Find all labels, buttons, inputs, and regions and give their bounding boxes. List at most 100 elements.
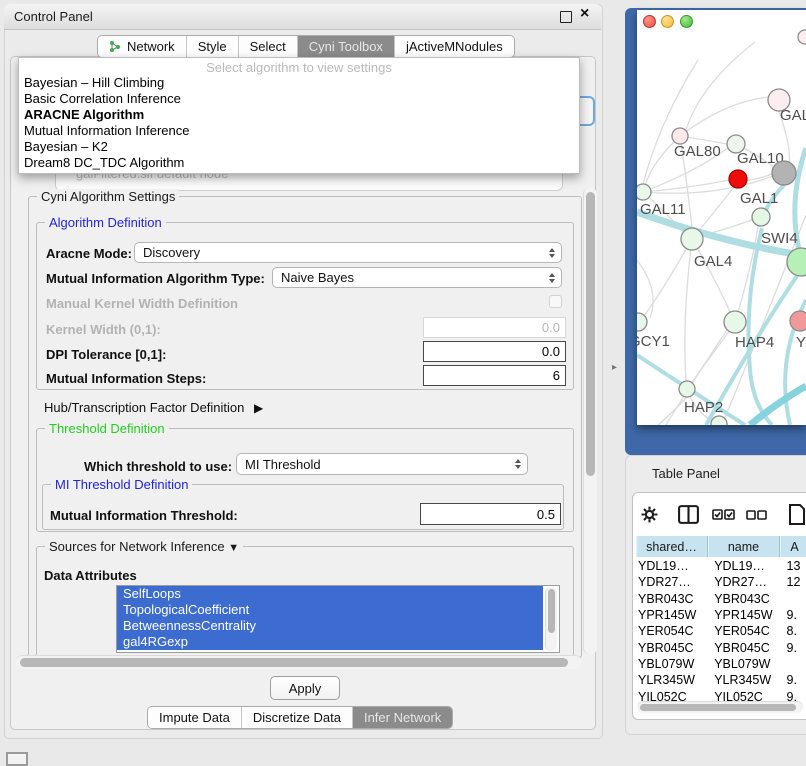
- aracne-mode-combo[interactable]: Discovery: [134, 242, 562, 263]
- table-panel-title: Table Panel: [652, 466, 720, 481]
- column-header-shared[interactable]: shared…: [636, 536, 708, 557]
- aracne-mode-label: Aracne Mode:: [46, 246, 132, 261]
- table-cell: YDR27…: [636, 575, 706, 589]
- network-node[interactable]: [772, 161, 796, 185]
- column-header-a[interactable]: A: [780, 536, 806, 557]
- table-row[interactable]: YER054CYER054C8.: [636, 623, 806, 639]
- table-row[interactable]: YDR27…YDR27…12: [636, 574, 806, 590]
- hub-definition-expander[interactable]: Hub/Transcription Factor Definition ▶: [44, 400, 263, 415]
- network-node-hap4[interactable]: [724, 311, 746, 333]
- algorithm-option-dream8-dc-tdc-algorithm[interactable]: Dream8 DC_TDC Algorithm: [19, 155, 579, 171]
- attribute-betweennesscentrality[interactable]: BetweennessCentrality: [117, 618, 543, 634]
- dpi-tolerance-field[interactable]: 0.0: [423, 341, 566, 362]
- algorithm-popup-prompt: Select algorithm to view settings: [19, 60, 579, 75]
- apply-button[interactable]: Apply: [270, 676, 340, 700]
- select-all-checkboxes-icon[interactable]: [712, 509, 736, 521]
- cyni-algorithm-settings-title: Cyni Algorithm Settings: [37, 189, 179, 204]
- kernel-width-field[interactable]: 0.0: [423, 317, 566, 338]
- algorithm-option-basic-correlation-inference[interactable]: Basic Correlation Inference: [19, 91, 579, 107]
- tab-label: Cyni Toolbox: [309, 39, 383, 54]
- gear-icon[interactable]: [640, 505, 659, 524]
- tab-cyni-toolbox[interactable]: Cyni Toolbox: [298, 36, 395, 57]
- panel-splitter-handle[interactable]: ▸: [612, 362, 617, 373]
- table-row[interactable]: YBR045CYBR045C9.: [636, 639, 806, 655]
- clear-all-checkboxes-icon[interactable]: [746, 510, 768, 521]
- network-node-y[interactable]: [790, 311, 806, 331]
- network-node-gcy1[interactable]: [637, 313, 647, 331]
- which-threshold-combo[interactable]: MI Threshold: [236, 453, 528, 475]
- algorithm-option-mutual-information-inference[interactable]: Mutual Information Inference: [19, 123, 579, 139]
- tab-style[interactable]: Style: [187, 36, 239, 57]
- table-cell: YDR27…: [706, 575, 776, 589]
- table-cell: 9.: [777, 641, 806, 655]
- attribute-selfloops[interactable]: SelfLoops: [117, 586, 543, 602]
- table-row[interactable]: YLR345WYLR345W9.: [636, 672, 806, 688]
- algorithm-option-bayesian-hill-climbing[interactable]: Bayesian – Hill Climbing: [19, 75, 579, 91]
- table-cell: YPR145W: [636, 608, 706, 622]
- table-row[interactable]: YBL079WYBL079W: [636, 656, 806, 672]
- tab-infer-network[interactable]: Infer Network: [353, 707, 452, 728]
- tab-select[interactable]: Select: [239, 36, 298, 57]
- minimized-panel-icon[interactable]: [6, 752, 28, 766]
- kernel-width-label: Kernel Width (0,1):: [46, 322, 161, 337]
- table-row[interactable]: YBR043CYBR043C: [636, 591, 806, 607]
- network-node-gal4[interactable]: [681, 228, 703, 250]
- algorithm-option-aracne-algorithm[interactable]: ARACNE Algorithm: [19, 107, 579, 123]
- stepper-arrows-icon: [515, 459, 521, 469]
- control-panel-titlebar: [4, 4, 601, 30]
- which-threshold-label: Which threshold to use:: [84, 459, 232, 474]
- table-row[interactable]: YDL19…YDL19…13: [636, 558, 806, 574]
- table-cell: YBR045C: [706, 641, 776, 655]
- table-header-row: shared…nameA: [636, 536, 806, 557]
- network-node-hap2[interactable]: [679, 381, 695, 397]
- table-body: YDL19…YDL19…13YDR27…YDR27…12YBR043CYBR04…: [636, 558, 806, 705]
- tab-discretize-data[interactable]: Discretize Data: [242, 707, 353, 728]
- which-threshold-value: MI Threshold: [245, 457, 321, 472]
- attribute-topologicalcoefficient[interactable]: TopologicalCoefficient: [117, 602, 543, 618]
- node-label-gal4: GAL4: [694, 253, 732, 270]
- network-icon: [109, 40, 122, 53]
- tab-label: Network: [127, 39, 175, 54]
- tab-impute-data[interactable]: Impute Data: [148, 707, 242, 728]
- table-cell: 13: [777, 559, 806, 573]
- attribute-gal4rgexp[interactable]: gal4RGexp: [117, 634, 543, 650]
- float-window-icon[interactable]: [560, 11, 572, 23]
- manual-kernel-width-checkbox[interactable]: [549, 295, 562, 308]
- tab-jactivemnodules[interactable]: jActiveMNodules: [395, 36, 514, 57]
- table-row[interactable]: YPR145WYPR145W9.: [636, 607, 806, 623]
- table-horizontal-scrollbar[interactable]: [637, 701, 803, 713]
- table-cell: YBL079W: [636, 657, 706, 671]
- network-node-gal80[interactable]: [672, 128, 688, 144]
- algorithm-definition-title: Algorithm Definition: [45, 215, 166, 230]
- settings-horizontal-scrollbar[interactable]: [16, 655, 581, 669]
- node-label-y: Y: [796, 334, 806, 351]
- stepper-arrows-icon: [549, 248, 555, 258]
- network-node[interactable]: [798, 30, 806, 44]
- mi-threshold-label: Mutual Information Threshold:: [50, 508, 238, 523]
- page-icon[interactable]: [788, 503, 806, 526]
- data-attributes-list[interactable]: SelfLoopsTopologicalCoefficientBetweenne…: [116, 585, 560, 653]
- cyni-mode-tabbar: Impute Data Discretize Data Infer Network: [147, 706, 453, 729]
- table-cell: YBR043C: [636, 592, 706, 606]
- mi-steps-field[interactable]: 6: [423, 365, 566, 386]
- tab-label: Discretize Data: [253, 710, 341, 725]
- network-node-swi4[interactable]: [752, 208, 770, 226]
- algorithm-option-bayesian-k2[interactable]: Bayesian – K2: [19, 139, 579, 155]
- close-icon[interactable]: ×: [580, 5, 589, 23]
- settings-vertical-scrollbar[interactable]: [583, 188, 597, 654]
- network-node-gal11[interactable]: [637, 184, 651, 200]
- mi-threshold-field[interactable]: 0.5: [420, 503, 561, 525]
- tab-network[interactable]: Network: [98, 36, 187, 57]
- sources-collapse-toggle[interactable]: Sources for Network Inference ▼: [45, 539, 243, 554]
- node-label-gal80: GAL80: [674, 143, 721, 160]
- mi-algorithm-type-combo[interactable]: Naive Bayes: [272, 267, 562, 288]
- network-node-gal1[interactable]: [729, 170, 747, 188]
- column-header-name[interactable]: name: [708, 536, 780, 557]
- attributes-list-scrollbar[interactable]: [545, 587, 557, 651]
- desktop: { "control_panel": { "title": "Control P…: [0, 0, 806, 762]
- split-columns-icon[interactable]: [677, 504, 700, 525]
- hub-definition-label: Hub/Transcription Factor Definition: [44, 400, 244, 415]
- stepper-arrows-icon: [549, 273, 555, 283]
- node-label-hap2: HAP2: [684, 399, 723, 416]
- table-cell: YDL19…: [636, 559, 706, 573]
